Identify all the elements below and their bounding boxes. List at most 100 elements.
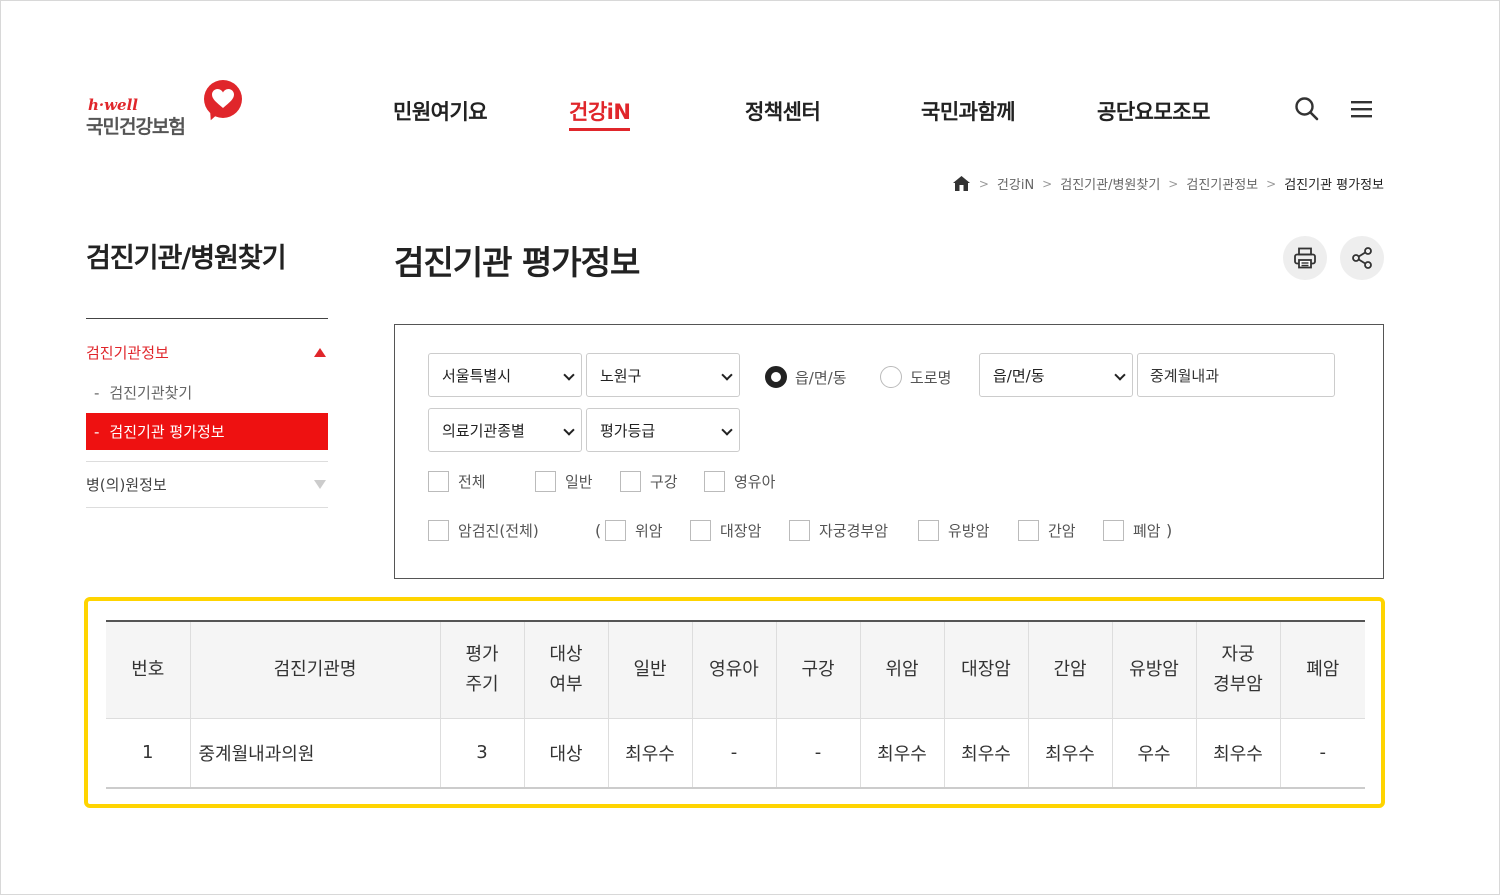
checkbox-stomach-cancer[interactable]: 위암	[605, 520, 663, 541]
table-cell: 최우수	[607, 717, 692, 789]
table-cell: -	[775, 717, 860, 789]
sidebar-item-checkup-evaluation[interactable]: - 검진기관 평가정보	[86, 413, 328, 450]
table-cell: 3	[439, 717, 524, 789]
checkbox-label: 대장암	[720, 522, 762, 540]
table-header-cell: 구강	[775, 621, 860, 718]
search-icon[interactable]	[1294, 96, 1320, 122]
chevron-right-icon: >	[1266, 176, 1277, 191]
checkbox-colon-cancer[interactable]: 대장암	[690, 520, 761, 541]
checkbox-label: 구강	[650, 473, 678, 491]
checkbox-icon	[690, 520, 711, 541]
print-button[interactable]	[1283, 236, 1327, 280]
table-cell: 1	[106, 717, 190, 789]
result-table: 번호 검진기관명 평가 주기 대상 여부 일반 영유아 구강 위암 대장암 간암 유방암 자궁 경부암 폐암 …	[106, 620, 1365, 789]
checkbox-label: 영유아	[734, 473, 776, 491]
table-header-cell: 대상 여부	[523, 621, 608, 718]
sidebar-group-label: 병(의)원정보	[86, 475, 167, 494]
home-icon[interactable]	[952, 175, 971, 192]
checkbox-general[interactable]: 일반	[535, 471, 593, 492]
radio-label: 도로명	[910, 368, 952, 387]
nav-item-about[interactable]: 공단요모조모	[1097, 96, 1210, 126]
checkbox-icon	[605, 520, 626, 541]
table-cell: 최우수	[1195, 717, 1280, 789]
checkbox-label: 폐암	[1133, 522, 1161, 540]
paren-close: )	[1166, 521, 1173, 540]
site-logo[interactable]: h·well 국민건강보험	[86, 78, 246, 140]
sidebar-divider	[86, 318, 328, 319]
checkbox-oral[interactable]: 구강	[620, 471, 678, 492]
nav-item-minwon[interactable]: 민원여기요	[393, 96, 488, 126]
triangle-up-icon	[314, 347, 326, 357]
table-header-cell: 위암	[859, 621, 944, 718]
sidebar-group-label: 검진기관정보	[86, 343, 169, 362]
table-header-cell: 영유아	[691, 621, 776, 718]
nav-item-together[interactable]: 국민과함께	[921, 96, 1016, 126]
table-header-row: 번호 검진기관명 평가 주기 대상 여부 일반 영유아 구강 위암 대장암 간암 유방암 자궁 경부암 폐암	[106, 621, 1365, 718]
checkbox-label: 위암	[635, 522, 663, 540]
checkbox-icon	[620, 471, 641, 492]
sidebar-group-hospital[interactable]: 병(의)원정보	[86, 473, 328, 495]
nav-item-policy[interactable]: 정책센터	[745, 96, 821, 126]
table-header-cell: 검진기관명	[189, 621, 440, 718]
nav-item-health-in[interactable]: 건강iN	[569, 96, 631, 131]
checkbox-icon	[428, 471, 449, 492]
radio-unchecked-icon	[880, 366, 902, 388]
menu-icon[interactable]	[1350, 96, 1376, 122]
institution-name-cell[interactable]: 중계월내과의원	[189, 717, 440, 789]
table-cell: -	[1279, 717, 1365, 789]
table-header-cell: 간암	[1027, 621, 1112, 718]
table-cell: 최우수	[859, 717, 944, 789]
breadcrumb-item[interactable]: 건강iN	[997, 174, 1034, 193]
checkbox-icon	[1103, 520, 1124, 541]
radio-road[interactable]: 도로명	[880, 366, 951, 388]
breadcrumb-item[interactable]: 검진기관/병원찾기	[1060, 174, 1160, 193]
checkbox-label: 암검진(전체)	[458, 522, 539, 540]
checkbox-liver-cancer[interactable]: 간암	[1018, 520, 1076, 541]
checkbox-cancer-all[interactable]: 암검진(전체)	[428, 520, 539, 541]
table-header-cell: 일반	[607, 621, 692, 718]
checkbox-breast-cancer[interactable]: 유방암	[918, 520, 989, 541]
checkbox-icon	[704, 471, 725, 492]
checkbox-infant[interactable]: 영유아	[704, 471, 775, 492]
sidebar-group-checkup[interactable]: 검진기관정보	[86, 341, 328, 363]
dong-select[interactable]: 읍/면/동	[979, 353, 1133, 397]
sido-select-value: 서울특별시	[442, 366, 512, 385]
checkbox-all[interactable]: 전체	[428, 471, 486, 492]
institution-type-select[interactable]: 의료기관종별	[428, 408, 582, 452]
breadcrumb: > 건강iN > 검진기관/병원찾기 > 검진기관정보 > 검진기관 평가정보	[952, 174, 1384, 193]
table-cell: 우수	[1111, 717, 1196, 789]
table-cell: 최우수	[1027, 717, 1112, 789]
checkbox-icon	[1018, 520, 1039, 541]
checkbox-cervical-cancer[interactable]: 자궁경부암	[789, 520, 888, 541]
share-button[interactable]	[1340, 236, 1384, 280]
triangle-down-icon	[314, 479, 326, 489]
checkbox-label: 일반	[565, 473, 593, 491]
checkbox-label: 전체	[458, 473, 486, 491]
sidebar-title: 검진기관/병원찾기	[86, 243, 287, 274]
chevron-right-icon: >	[1042, 176, 1053, 191]
checkbox-label: 자궁경부암	[819, 522, 889, 540]
checkbox-icon	[428, 520, 449, 541]
table-cell: 최우수	[943, 717, 1028, 789]
dong-select-value: 읍/면/동	[993, 366, 1045, 385]
radio-label: 읍/면/동	[795, 368, 847, 387]
dash-icon: -	[94, 422, 100, 441]
checkbox-icon	[535, 471, 556, 492]
share-icon	[1350, 246, 1374, 270]
breadcrumb-item[interactable]: 검진기관정보	[1186, 174, 1258, 193]
checkbox-lung-cancer[interactable]: 폐암	[1103, 520, 1161, 541]
heart-icon	[204, 80, 242, 118]
sido-select[interactable]: 서울특별시	[428, 353, 582, 397]
keyword-input[interactable]: 중계월내과	[1137, 353, 1335, 397]
chevron-right-icon: >	[1168, 176, 1179, 191]
paren-open: (	[595, 521, 602, 540]
radio-dong[interactable]: 읍/면/동	[765, 366, 847, 388]
chevron-down-icon	[721, 424, 733, 436]
sigungu-select[interactable]: 노원구	[586, 353, 740, 397]
sigungu-select-value: 노원구	[600, 366, 642, 385]
sidebar-item-checkup-search[interactable]: - 검진기관찾기	[86, 374, 328, 411]
checkbox-icon	[918, 520, 939, 541]
table-row[interactable]: 1 중계월내과의원 3 대상 최우수 - - 최우수 최우수 최우수 우수 최우수 -	[106, 717, 1365, 789]
grade-select[interactable]: 평가등급	[586, 408, 740, 452]
checkbox-icon	[789, 520, 810, 541]
